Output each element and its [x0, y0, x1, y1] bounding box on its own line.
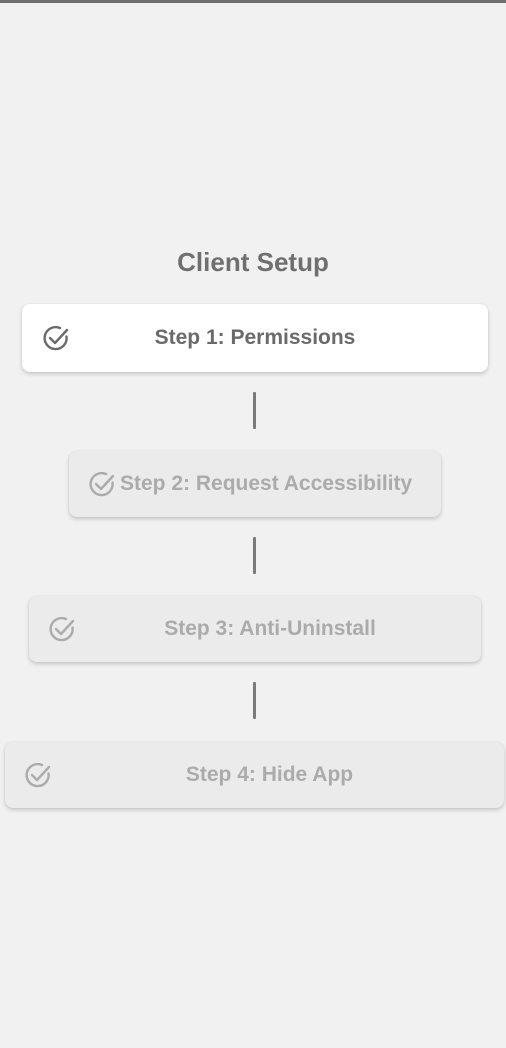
step-connector-2: [253, 537, 256, 574]
top-edge-bar: [0, 0, 506, 3]
step-connector-3: [253, 682, 256, 719]
step-1-label: Step 1: Permissions: [154, 326, 356, 349]
step-2-label: Step 2: Request Accessibility: [120, 472, 413, 495]
step-2-card[interactable]: Step 2: Request Accessibility: [69, 451, 441, 517]
step-3-label: Step 3: Anti-Uninstall: [164, 617, 376, 640]
step-4-card[interactable]: Step 4: Hide App: [5, 742, 504, 808]
step-3-card[interactable]: Step 3: Anti-Uninstall: [29, 596, 481, 662]
step-1-card[interactable]: Step 1: Permissions: [22, 304, 488, 372]
check-circle-icon: [89, 471, 115, 497]
page-title: Client Setup: [177, 247, 329, 277]
step-connector-1: [253, 392, 256, 429]
step-4-label: Step 4: Hide App: [185, 763, 354, 786]
